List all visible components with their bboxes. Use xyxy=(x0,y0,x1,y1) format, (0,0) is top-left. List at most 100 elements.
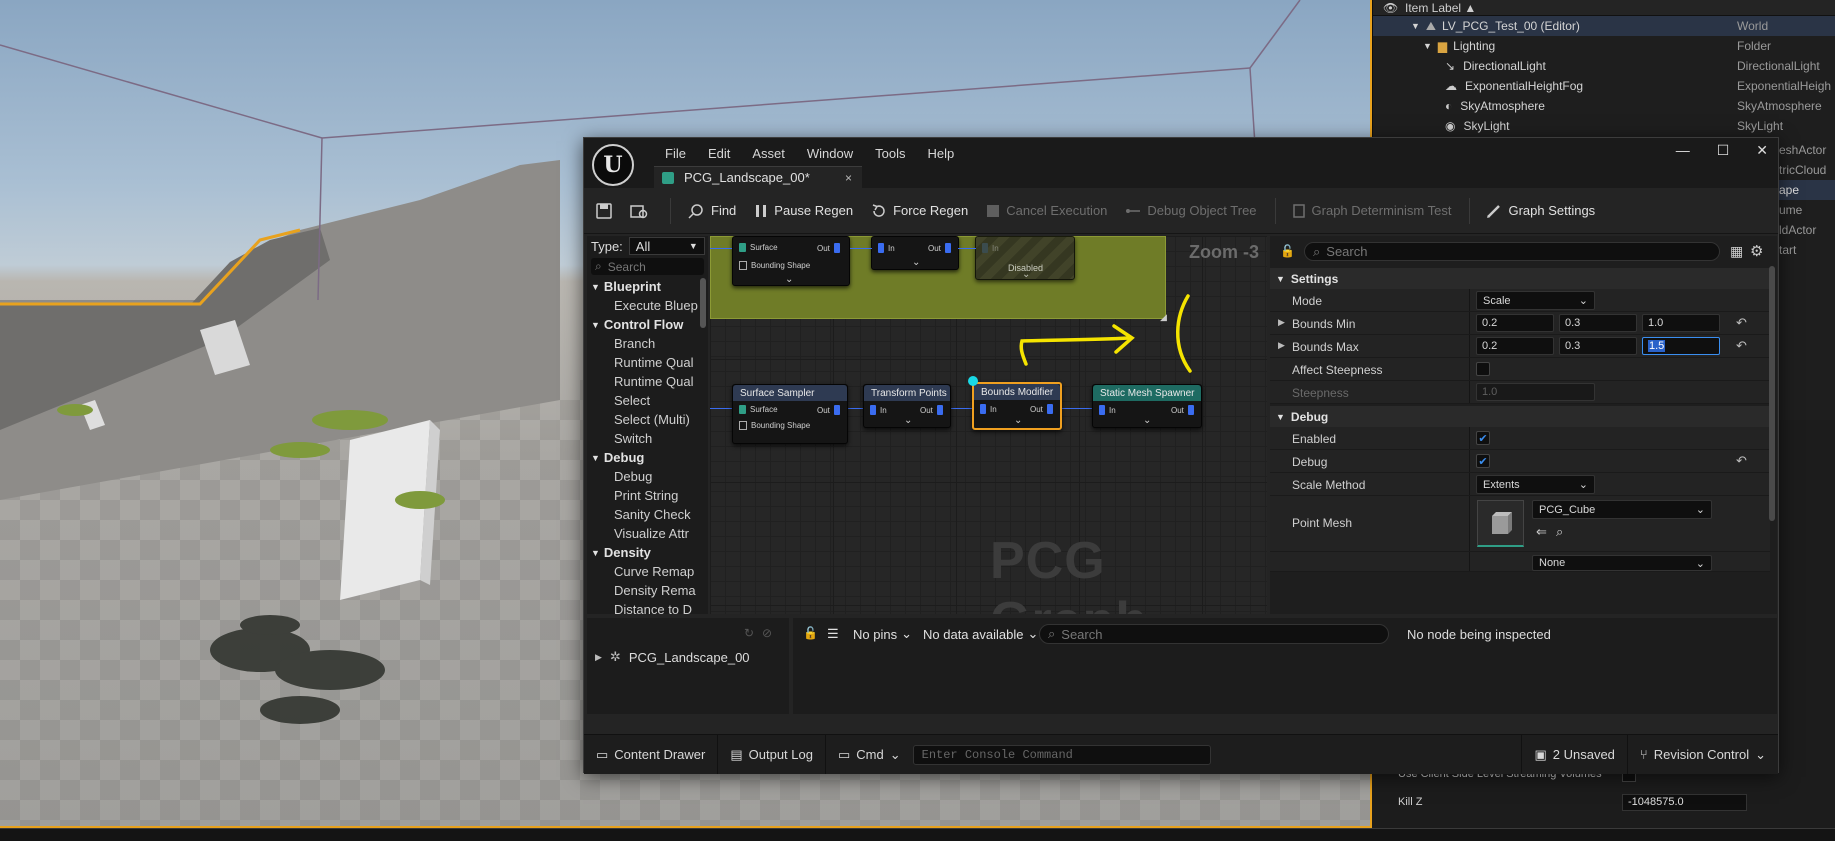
find-button[interactable]: Find xyxy=(687,203,736,219)
details-scrollbar[interactable] xyxy=(1769,266,1775,521)
refresh-icon[interactable]: ↻ xyxy=(744,626,754,640)
palette-item[interactable]: Print String xyxy=(587,486,708,505)
expand-arrow-icon[interactable]: ▼ xyxy=(1423,41,1432,51)
menu-tools[interactable]: Tools xyxy=(864,144,916,163)
unsaved-button[interactable]: ▣ 2 Unsaved xyxy=(1521,735,1628,774)
filter-icon[interactable]: ☰ xyxy=(827,624,839,644)
enabled-checkbox[interactable]: ✔ xyxy=(1476,431,1490,445)
palette-item[interactable]: Select xyxy=(587,391,708,410)
menu-help[interactable]: Help xyxy=(916,144,965,163)
bounds-max-y[interactable]: 0.3 xyxy=(1559,337,1637,355)
palette-item[interactable]: Branch xyxy=(587,334,708,353)
gear-icon[interactable]: ⚙ xyxy=(1750,242,1763,260)
next-mesh-dropdown[interactable]: None ⌄ xyxy=(1532,555,1712,571)
palette-item[interactable]: Curve Remap xyxy=(587,562,708,581)
palette-item[interactable]: Runtime Qual xyxy=(587,372,708,391)
row-bounds-min: ▶ Bounds Min 0.2 0.3 1.0 ↶ xyxy=(1270,312,1770,335)
attribute-inspector-panel: 🔓 ☰ No pins ⌄ No data available ⌄ ⌕ Search … xyxy=(793,618,1777,714)
palette-item[interactable]: Distance to D xyxy=(587,600,708,619)
bounds-min-y[interactable]: 0.3 xyxy=(1559,314,1637,332)
outliner-row-lighting[interactable]: ▼ ▆ Lighting Folder xyxy=(1373,36,1835,56)
palette-item[interactable]: Select (Multi) xyxy=(587,410,708,429)
graph-settings-button[interactable]: Graph Settings xyxy=(1486,203,1595,219)
kill-z-field[interactable]: -1048575.0 xyxy=(1622,794,1747,811)
outliner-row-fog[interactable]: ☁ ExponentialHeightFog ExponentialHeigh xyxy=(1373,76,1835,96)
bounds-min-z[interactable]: 1.0 xyxy=(1642,314,1720,332)
palette-item[interactable]: Density Rema xyxy=(587,581,708,600)
palette-item[interactable]: Switch xyxy=(587,429,708,448)
expand-arrow-icon[interactable]: ▶ xyxy=(1278,317,1285,328)
palette-category-blueprint[interactable]: ▼ Blueprint xyxy=(587,277,708,296)
visibility-eye-icon[interactable]: 👁 xyxy=(1383,1,1398,15)
palette-item[interactable]: Runtime Qual xyxy=(587,353,708,372)
tree-item-pcg-landscape[interactable]: ▶ ✲ PCG_Landscape_00 xyxy=(595,649,750,665)
outliner-row-skylight[interactable]: ◉ SkyLight SkyLight xyxy=(1373,116,1835,136)
menu-edit[interactable]: Edit xyxy=(697,144,741,163)
section-settings[interactable]: ▼ Settings xyxy=(1270,268,1770,289)
palette-item[interactable]: Debug xyxy=(587,467,708,486)
affect-steepness-checkbox[interactable] xyxy=(1476,362,1490,376)
graph-determinism-test-button[interactable]: Graph Determinism Test xyxy=(1292,203,1451,219)
browse-icon[interactable]: ⌕ xyxy=(1556,524,1563,540)
tab-close-icon[interactable]: × xyxy=(845,171,852,185)
scale-method-dropdown[interactable]: Extents ⌄ xyxy=(1476,475,1595,494)
steepness-field[interactable]: 1.0 xyxy=(1476,383,1595,401)
palette-item[interactable]: Visualize Attr xyxy=(587,524,708,543)
use-selected-icon[interactable]: ⇐ xyxy=(1536,524,1547,540)
expand-arrow-icon[interactable]: ▼ xyxy=(1411,21,1420,31)
palette-type-dropdown[interactable]: All ▼ xyxy=(628,237,705,255)
force-regen-button[interactable]: Force Regen xyxy=(871,203,968,219)
mesh-thumbnail[interactable] xyxy=(1477,500,1524,547)
section-debug[interactable]: ▼ Debug xyxy=(1270,406,1770,427)
console-input[interactable]: Enter Console Command xyxy=(912,744,1211,765)
cmd-dropdown[interactable]: ▭ Cmd ⌄ xyxy=(826,735,913,774)
lock-icon[interactable]: 🔓 xyxy=(803,626,818,640)
outliner-row-directionallight[interactable]: ↘ DirectionalLight DirectionalLight xyxy=(1373,56,1835,76)
bounds-min-x[interactable]: 0.2 xyxy=(1476,314,1554,332)
palette-scrollbar[interactable] xyxy=(700,278,706,328)
menu-window[interactable]: Window xyxy=(796,144,864,163)
focus-icon[interactable]: ⊘ xyxy=(762,626,772,640)
content-drawer-button[interactable]: ▭ Content Drawer xyxy=(584,735,719,774)
save-icon[interactable] xyxy=(596,202,612,219)
palette-item[interactable]: Sanity Check xyxy=(587,505,708,524)
expand-arrow-icon[interactable]: ▶ xyxy=(595,652,602,663)
output-log-button[interactable]: ▤ Output Log xyxy=(718,735,826,774)
browse-asset-icon[interactable] xyxy=(630,203,648,219)
title-bar[interactable]: U File Edit Asset Window Tools Help PCG_… xyxy=(584,138,1778,188)
outliner-row-world[interactable]: ▼ ⛰ LV_PCG_Test_00 (Editor) World xyxy=(1373,16,1835,36)
inspector-search-input[interactable]: ⌕ Search xyxy=(1039,624,1389,644)
minimize-icon[interactable]: — xyxy=(1676,142,1690,159)
palette-category-debug[interactable]: ▼ Debug xyxy=(587,448,708,467)
debug-object-tree-button[interactable]: Debug Object Tree xyxy=(1125,203,1257,219)
lock-icon[interactable]: 🔓 xyxy=(1280,244,1295,258)
reset-to-default-icon[interactable]: ↶ xyxy=(1736,315,1747,331)
cancel-execution-button[interactable]: Cancel Execution xyxy=(986,203,1107,219)
tab-pcg-landscape[interactable]: PCG_Landscape_00* × xyxy=(654,166,862,188)
reset-to-default-icon[interactable]: ↶ xyxy=(1736,338,1747,354)
column-item-label[interactable]: Item Label ▲ xyxy=(1405,1,1476,15)
bounds-max-z[interactable]: 1.5 xyxy=(1642,337,1720,355)
close-icon[interactable]: ✕ xyxy=(1756,142,1768,159)
palette-category-density[interactable]: ▼ Density xyxy=(587,543,708,562)
point-mesh-dropdown[interactable]: PCG_Cube ⌄ xyxy=(1532,500,1712,519)
pins-dropdown[interactable]: No pins ⌄ xyxy=(853,624,912,644)
revision-control-button[interactable]: ⑂ Revision Control ⌄ xyxy=(1628,735,1778,774)
pcg-graph-canvas[interactable]: Surface Bounding Shape Out ⌄ In Out ⌄ In… xyxy=(710,236,1267,614)
table-view-icon[interactable]: ▦ xyxy=(1730,243,1743,260)
reset-to-default-icon[interactable]: ↶ xyxy=(1736,453,1747,469)
palette-category-control-flow[interactable]: ▼ Control Flow xyxy=(587,315,708,334)
menu-file[interactable]: File xyxy=(654,144,697,163)
palette-item[interactable]: Execute Bluep xyxy=(587,296,708,315)
details-search-input[interactable]: ⌕ Search xyxy=(1304,242,1720,261)
menu-asset[interactable]: Asset xyxy=(741,144,796,163)
data-dropdown[interactable]: No data available ⌄ xyxy=(923,624,1038,644)
maximize-icon[interactable]: ☐ xyxy=(1717,142,1730,159)
outliner-row-skyatmosphere[interactable]: ◐ SkyAtmosphere SkyAtmosphere xyxy=(1373,96,1835,116)
expand-arrow-icon[interactable]: ▶ xyxy=(1278,340,1285,351)
bounds-max-x[interactable]: 0.2 xyxy=(1476,337,1554,355)
debug-checkbox[interactable]: ✔ xyxy=(1476,454,1490,468)
pause-regen-button[interactable]: Pause Regen xyxy=(754,203,853,219)
palette-search-input[interactable]: ⌕ Search xyxy=(591,258,704,275)
mode-dropdown[interactable]: Scale ⌄ xyxy=(1476,291,1595,310)
